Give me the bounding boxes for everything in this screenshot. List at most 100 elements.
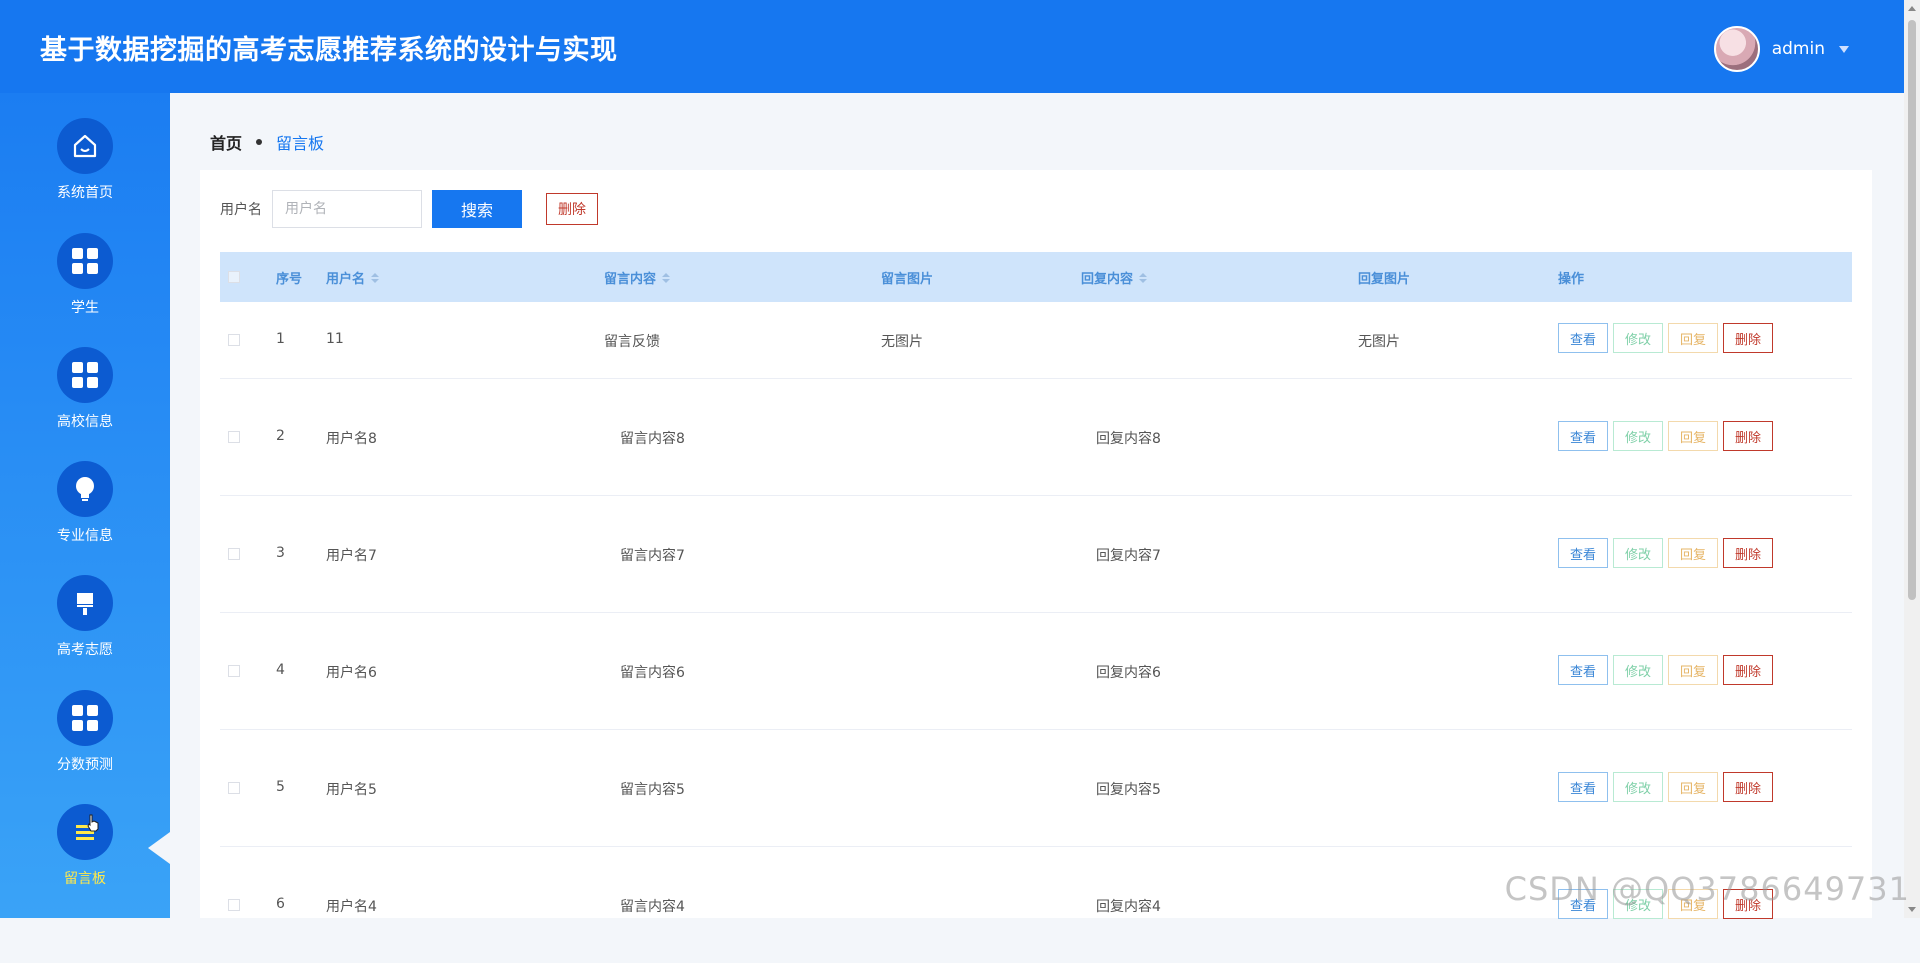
row-actions: 查看 修改 回复 删除	[1558, 323, 1773, 353]
reply-button[interactable]: 回复	[1668, 772, 1718, 802]
page-scrollbar[interactable]	[1904, 0, 1920, 918]
sidebar-item-label: 专业信息	[57, 528, 113, 544]
sidebar-item-applications[interactable]: 高考志愿	[0, 575, 170, 659]
sort-icon[interactable]	[662, 272, 671, 283]
table-header: 序号 用户名 留言内容 留言图片 回复内容 回复图片 操作	[220, 252, 1852, 302]
scrollbar-thumb[interactable]	[1908, 20, 1916, 600]
username-label[interactable]: admin	[1772, 39, 1825, 59]
cell-content: 留言内容6	[620, 665, 685, 681]
table-row: 4 用户名6 留言内容6 回复内容6 查看 修改 回复 删除	[220, 613, 1852, 730]
column-header-username[interactable]: 用户名	[326, 268, 380, 287]
delete-button[interactable]: 删除	[1723, 323, 1773, 353]
delete-button[interactable]: 删除	[1723, 655, 1773, 685]
message-board-icon	[57, 804, 113, 860]
reply-button[interactable]: 回复	[1668, 655, 1718, 685]
cell-content: 留言内容5	[620, 782, 685, 798]
row-actions: 查看 修改 回复 删除	[1558, 772, 1773, 802]
column-header-actions: 操作	[1558, 272, 1585, 287]
search-label: 用户名	[220, 202, 262, 218]
reply-button[interactable]: 回复	[1668, 538, 1718, 568]
view-button[interactable]: 查看	[1558, 538, 1608, 568]
reply-button[interactable]: 回复	[1668, 323, 1718, 353]
cell-content: 留言反馈	[604, 334, 660, 350]
cell-index: 4	[276, 662, 285, 678]
search-button[interactable]: 搜索	[432, 190, 522, 228]
table-row: 2 用户名8 留言内容8 回复内容8 查看 修改 回复 删除	[220, 379, 1852, 496]
select-all-checkbox[interactable]	[228, 271, 240, 283]
active-indicator	[148, 832, 170, 864]
sidebar-item-students[interactable]: 学生	[0, 233, 170, 317]
watermark: CSDN @QQ3786649731	[1504, 870, 1910, 908]
sidebar-item-label: 分数预测	[57, 757, 113, 773]
edit-button[interactable]: 修改	[1613, 655, 1663, 685]
grid-icon	[57, 233, 113, 289]
cell-index: 6	[276, 896, 285, 912]
cell-username: 用户名7	[326, 548, 377, 564]
edit-button[interactable]: 修改	[1613, 538, 1663, 568]
message-table: 序号 用户名 留言内容 留言图片 回复内容 回复图片 操作 1 11 留言反馈 …	[220, 252, 1852, 963]
breadcrumb: 首页 留言板	[210, 130, 324, 154]
batch-delete-button[interactable]: 删除	[546, 193, 598, 225]
edit-button[interactable]: 修改	[1613, 772, 1663, 802]
cell-content: 留言内容4	[620, 899, 685, 915]
grid-icon	[57, 690, 113, 746]
breadcrumb-home[interactable]: 首页	[210, 130, 242, 154]
home-icon	[57, 118, 113, 174]
view-button[interactable]: 查看	[1558, 772, 1608, 802]
search-bar: 用户名 搜索 删除	[220, 190, 598, 228]
row-checkbox[interactable]	[228, 665, 240, 677]
username-search-input[interactable]	[272, 190, 422, 228]
sidebar-item-label: 系统首页	[57, 185, 113, 201]
avatar[interactable]	[1713, 26, 1760, 72]
view-button[interactable]: 查看	[1558, 323, 1608, 353]
sidebar-item-score-prediction[interactable]: 分数预测	[0, 690, 170, 774]
row-checkbox[interactable]	[228, 782, 240, 794]
cell-content: 留言内容7	[620, 548, 685, 564]
row-checkbox[interactable]	[228, 431, 240, 443]
brush-icon	[57, 575, 113, 631]
column-header-reply[interactable]: 回复内容	[1081, 268, 1148, 287]
sort-icon[interactable]	[1139, 272, 1148, 283]
grid-icon	[57, 347, 113, 403]
delete-button[interactable]: 删除	[1723, 538, 1773, 568]
column-header-content[interactable]: 留言内容	[604, 268, 671, 287]
row-checkbox[interactable]	[228, 899, 240, 911]
row-actions: 查看 修改 回复 删除	[1558, 421, 1773, 451]
delete-button[interactable]: 删除	[1723, 772, 1773, 802]
cell-username: 用户名5	[326, 782, 377, 798]
cell-index: 2	[276, 428, 285, 444]
column-header-image: 留言图片	[881, 272, 934, 287]
table-row: 3 用户名7 留言内容7 回复内容7 查看 修改 回复 删除	[220, 496, 1852, 613]
scroll-up-icon[interactable]	[1908, 6, 1916, 11]
cell-username: 用户名6	[326, 665, 377, 681]
sidebar-item-home[interactable]: 系统首页	[0, 118, 170, 202]
sidebar-item-label: 高校信息	[57, 414, 113, 430]
cell-reply: 回复内容6	[1096, 665, 1161, 681]
cell-index: 1	[276, 331, 285, 347]
chevron-down-icon[interactable]	[1839, 45, 1849, 53]
cell-reply: 回复内容8	[1096, 431, 1161, 447]
sort-icon[interactable]	[371, 272, 380, 283]
lightbulb-icon	[57, 461, 113, 517]
reply-button[interactable]: 回复	[1668, 421, 1718, 451]
edit-button[interactable]: 修改	[1613, 421, 1663, 451]
sidebar-item-label: 留言板	[64, 871, 106, 887]
edit-button[interactable]: 修改	[1613, 323, 1663, 353]
cell-content: 留言内容8	[620, 431, 685, 447]
delete-button[interactable]: 删除	[1723, 421, 1773, 451]
cell-reply: 回复内容4	[1096, 899, 1161, 915]
user-menu[interactable]: admin	[1713, 26, 1849, 72]
sidebar-item-majors[interactable]: 专业信息	[0, 461, 170, 545]
breadcrumb-current: 留言板	[276, 134, 325, 153]
sidebar-item-message-board[interactable]: 留言板	[0, 804, 170, 888]
row-checkbox[interactable]	[228, 548, 240, 560]
breadcrumb-separator	[256, 139, 263, 145]
view-button[interactable]: 查看	[1558, 421, 1608, 451]
cell-index: 5	[276, 779, 285, 795]
cell-username: 11	[326, 331, 344, 347]
view-button[interactable]: 查看	[1558, 655, 1608, 685]
row-checkbox[interactable]	[228, 334, 240, 346]
sidebar-item-colleges[interactable]: 高校信息	[0, 347, 170, 431]
cell-reply-image: 无图片	[1358, 334, 1400, 350]
cell-reply: 回复内容7	[1096, 548, 1161, 564]
